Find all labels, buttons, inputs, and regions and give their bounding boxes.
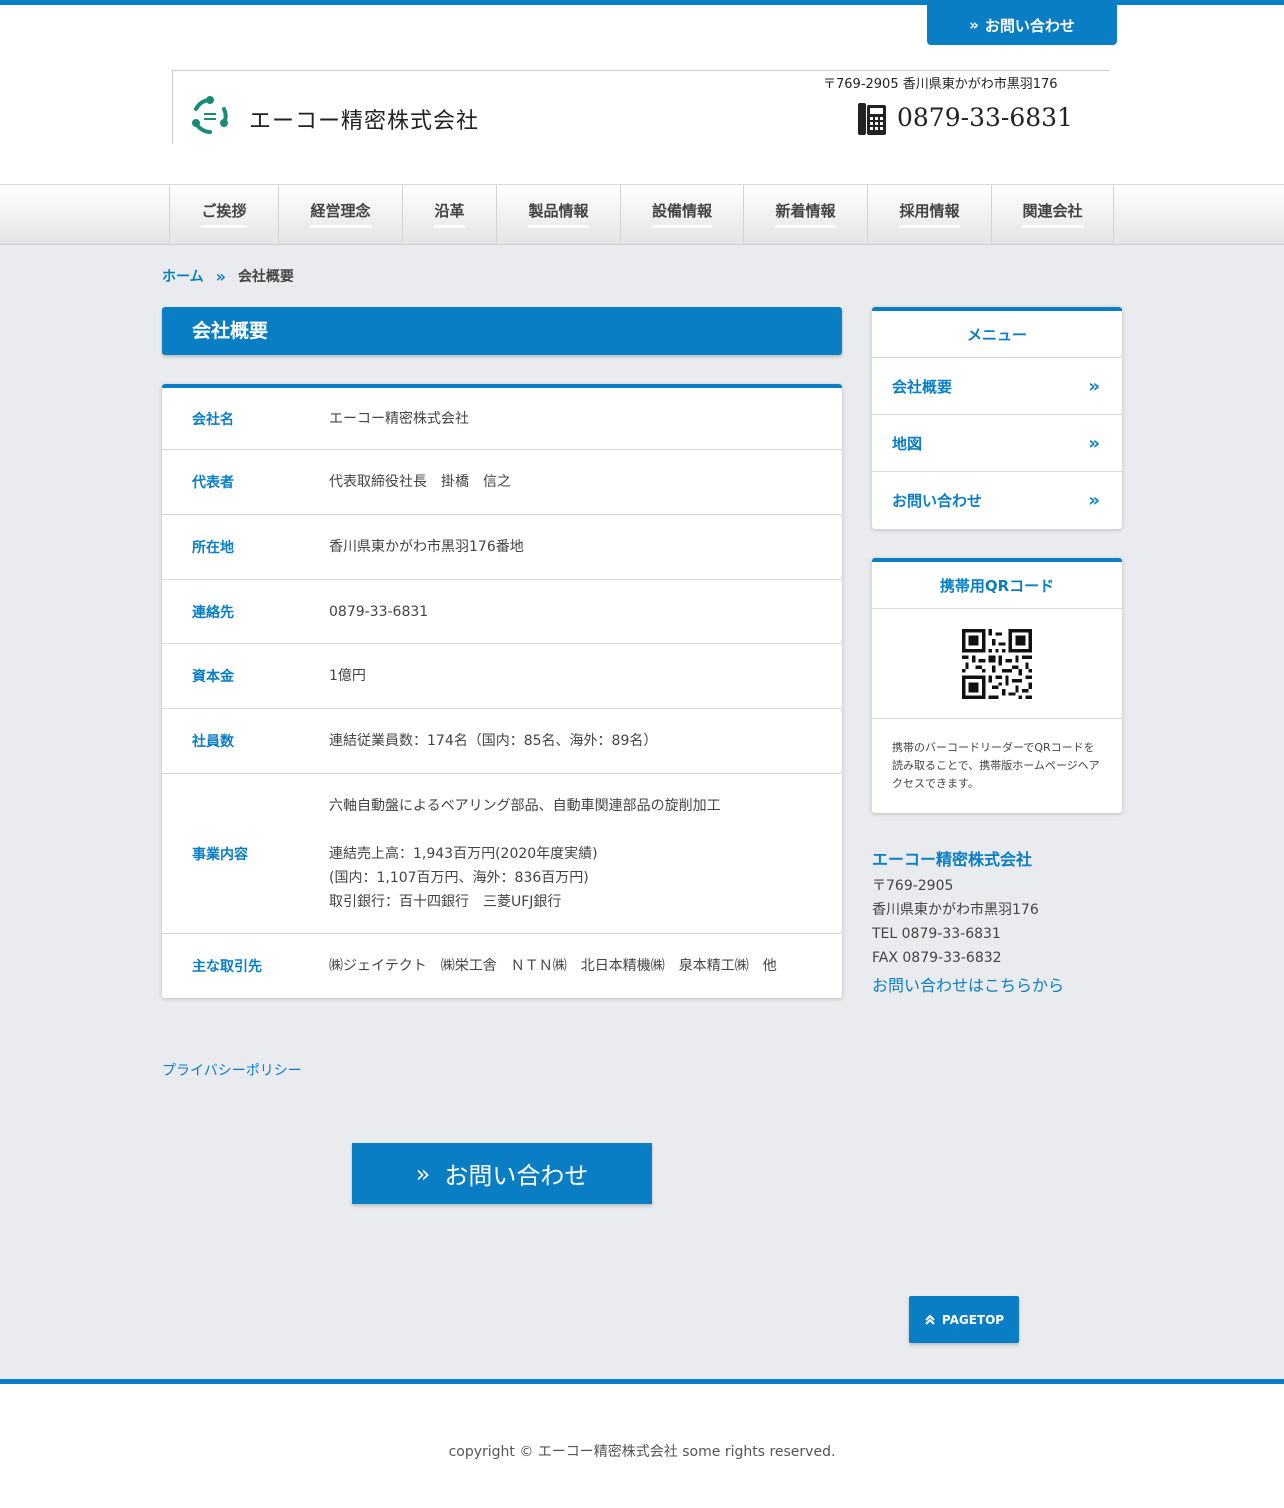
table-row: 資本金 1億円: [162, 644, 842, 709]
side-company-fax: FAX 0879-33-6832: [872, 950, 1002, 966]
nav-item-products[interactable]: 製品情報: [497, 185, 621, 245]
side-menu: メニュー 会社概要 » 地図 » お問い合わせ »: [872, 307, 1122, 529]
row-label: 主な取引先: [192, 959, 262, 975]
row-label: 連絡先: [192, 604, 234, 621]
breadcrumb-home[interactable]: ホーム: [162, 266, 204, 286]
side-company-zip: 〒769-2905: [872, 878, 954, 894]
company-logo-icon: [192, 96, 228, 134]
breadcrumb-separator-icon: »: [215, 266, 226, 286]
nav-item-affiliates[interactable]: 関連会社: [992, 185, 1114, 245]
row-value: 香川県東かがわ市黒羽176番地: [329, 539, 524, 555]
header-contact-button[interactable]: » お問い合わせ: [927, 5, 1117, 45]
header-address: 〒769-2905 香川県東かがわ市黒羽176: [823, 77, 1058, 92]
side-contact-link[interactable]: お問い合わせはこちらから: [872, 972, 1122, 996]
row-label: 所在地: [192, 540, 234, 556]
double-chevron-right-icon: »: [969, 16, 979, 34]
row-value: 0879-33-6831: [329, 603, 429, 620]
breadcrumb-current: 会社概要: [237, 269, 294, 285]
main-contact-label: お問い合わせ: [444, 1162, 589, 1190]
table-row: 代表者 代表取締役社長 掛橋 信之: [162, 450, 842, 515]
row-label: 会社名: [192, 411, 234, 428]
nav-item-history[interactable]: 沿革: [403, 185, 497, 245]
nav-item-greeting[interactable]: ご挨拶: [170, 185, 279, 245]
side-menu-title: メニュー: [872, 311, 1122, 358]
site-header: » お問い合わせ エーコー精密株式会社 〒769-2905 香川県東かがわ市黒羽…: [0, 5, 1284, 184]
company-info-table: 会社名 エーコー精密株式会社 代表者 代表取締役社長 掛橋 信之 所在地 香川県…: [162, 384, 842, 998]
table-row: 社員数 連結従業員数：174名（国内：85名、海外：89名）: [162, 709, 842, 774]
side-company-name: エーコー精密株式会社: [872, 850, 1033, 869]
row-value: 連結従業員数：174名（国内：85名、海外：89名）: [329, 733, 658, 749]
logo-area[interactable]: エーコー精密株式会社 〒769-2905 香川県東かがわ市黒羽176 0879-…: [172, 70, 1109, 144]
row-label: 資本金: [192, 669, 234, 685]
side-menu-item-contact[interactable]: お問い合わせ »: [872, 472, 1122, 529]
table-row: 会社名 エーコー精密株式会社: [162, 388, 842, 450]
company-name: エーコー精密株式会社: [249, 109, 480, 134]
main-contact-button[interactable]: » お問い合わせ: [352, 1143, 652, 1204]
row-value: ㈱ジェイテクト ㈱栄工舎 ＮＴＮ㈱ 北日本精機㈱ 泉本精工㈱ 他: [329, 958, 777, 974]
qr-description: 携帯のバーコードリーダーでQRコードを読み取ることで、携帯版ホームページへアクセ…: [892, 741, 1100, 790]
qr-title: 携帯用QRコード: [872, 562, 1122, 609]
row-label: 代表者: [192, 475, 234, 491]
header-contact-label: お問い合わせ: [984, 16, 1075, 35]
double-chevron-right-icon: »: [1088, 375, 1100, 397]
side-company-tel: TEL 0879-33-6831: [872, 926, 1001, 942]
header-phone: 0879-33-6831: [897, 103, 1073, 132]
row-value: エーコー精密株式会社: [329, 410, 469, 427]
telephone-icon: [858, 103, 886, 135]
nav-item-philosophy[interactable]: 経営理念: [279, 185, 403, 245]
side-company-info: エーコー精密株式会社 〒769-2905 香川県東かがわ市黒羽176 TEL 0…: [872, 846, 1122, 996]
table-row: 主な取引先 ㈱ジェイテクト ㈱栄工舎 ＮＴＮ㈱ 北日本精機㈱ 泉本精工㈱ 他: [162, 934, 842, 998]
double-chevron-right-icon: »: [1088, 432, 1100, 454]
pagetop-button[interactable]: PAGETOP: [909, 1296, 1019, 1343]
nav-item-news[interactable]: 新着情報: [744, 185, 868, 245]
qr-box: 携帯用QRコード 携帯のバーコードリーダーでQRコードを読み取ることで、携帯版ホ…: [872, 558, 1122, 813]
site-footer: copyright © エーコー精密株式会社 some rights reser…: [0, 1379, 1284, 1508]
qr-area: [872, 609, 1122, 719]
nav-item-equipment[interactable]: 設備情報: [621, 185, 744, 245]
row-value: 六軸自動盤によるベアリング部品、自動車関連部品の旋削加工 連結売上高：1,943…: [329, 797, 721, 910]
page-title: 会社概要: [162, 307, 842, 355]
pagetop-label: PAGETOP: [941, 1312, 1005, 1327]
double-chevron-up-icon: [925, 1314, 935, 1325]
table-row: 所在地 香川県東かがわ市黒羽176番地: [162, 515, 842, 580]
row-value: 1億円: [329, 668, 366, 684]
side-company-address: 香川県東かがわ市黒羽176: [872, 902, 1039, 918]
double-chevron-right-icon: »: [415, 1159, 431, 1188]
side-menu-item-map[interactable]: 地図 »: [872, 415, 1122, 472]
row-label: 事業内容: [192, 846, 248, 863]
global-nav: ご挨拶 経営理念 沿革 製品情報 設備情報 新着情報 採用情報 関連会社: [0, 184, 1284, 245]
breadcrumb: ホーム » 会社概要: [162, 266, 294, 286]
table-row: 連絡先 0879-33-6831: [162, 580, 842, 644]
copyright: copyright © エーコー精密株式会社 some rights reser…: [448, 1444, 836, 1460]
row-value: 代表取締役社長 掛橋 信之: [329, 474, 511, 490]
privacy-policy-link[interactable]: プライバシーポリシー: [162, 1060, 302, 1080]
nav-item-recruit[interactable]: 採用情報: [868, 185, 992, 245]
double-chevron-right-icon: »: [1088, 490, 1100, 511]
side-menu-item-company[interactable]: 会社概要 »: [872, 358, 1122, 415]
qr-code-icon: [962, 628, 1032, 699]
row-label: 社員数: [192, 734, 234, 750]
table-row: 事業内容 六軸自動盤によるベアリング部品、自動車関連部品の旋削加工 連結売上高：…: [162, 774, 842, 934]
